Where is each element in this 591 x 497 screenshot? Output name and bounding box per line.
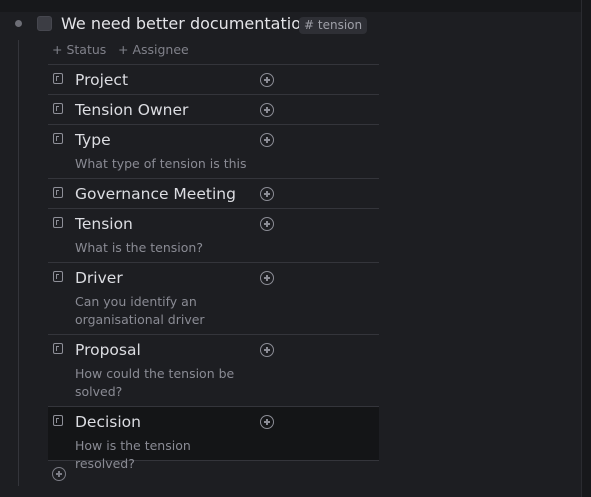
thread-line (18, 40, 19, 486)
plus-circle-icon[interactable] (260, 415, 274, 429)
plus-circle-icon[interactable] (260, 187, 274, 201)
add-property-icon[interactable] (52, 467, 66, 481)
property-description: What is the tension? (75, 240, 203, 255)
plus-circle-icon[interactable] (260, 103, 274, 117)
text-field-icon (53, 187, 63, 198)
property-name: Tension Owner (75, 101, 189, 119)
property-description: What type of tension is this (75, 156, 247, 171)
property-name: Driver (75, 269, 123, 287)
property-row-tension-owner[interactable]: Tension Owner (48, 94, 379, 124)
property-description: Can you identify an organisational drive… (75, 294, 205, 327)
property-row-tension[interactable]: Tension What is the tension? (48, 208, 379, 262)
plus-circle-icon[interactable] (260, 133, 274, 147)
property-name: Project (75, 71, 129, 89)
plus-circle-icon[interactable] (260, 343, 274, 357)
property-row-project[interactable]: Project (48, 64, 379, 94)
property-row-governance-meeting[interactable]: Governance Meeting (48, 178, 379, 208)
task-checkbox[interactable] (37, 16, 52, 31)
property-description: How is the tension resolved? (75, 438, 191, 471)
add-status-link[interactable]: + Status (52, 41, 106, 58)
text-field-icon (53, 217, 63, 228)
property-name: Proposal (75, 341, 141, 359)
property-list: Project Tension Owner Type What type of … (48, 64, 379, 471)
property-row-proposal[interactable]: Proposal How could the tension be solved… (48, 334, 379, 406)
property-name: Tension (75, 215, 133, 233)
text-field-icon (53, 133, 63, 144)
top-edge (0, 0, 591, 12)
plus-circle-icon[interactable] (260, 73, 274, 87)
text-field-icon (53, 271, 63, 282)
property-row-decision[interactable]: Decision How is the tension resolved? (48, 406, 379, 471)
text-field-icon (53, 103, 63, 114)
property-row-driver[interactable]: Driver Can you identify an organisationa… (48, 262, 379, 334)
property-row-type[interactable]: Type What type of tension is this (48, 124, 379, 178)
text-field-icon (53, 415, 63, 426)
text-field-icon (53, 73, 63, 84)
page: We need better documentation # tension +… (0, 0, 591, 497)
plus-circle-icon[interactable] (260, 217, 274, 231)
add-assignee-link[interactable]: + Assignee (118, 41, 189, 58)
text-field-icon (53, 343, 63, 354)
property-name: Governance Meeting (75, 185, 236, 203)
property-description: How could the tension be solved? (75, 366, 235, 399)
property-name: Decision (75, 413, 141, 431)
tension-tag[interactable]: # tension (299, 17, 368, 34)
plus-circle-icon[interactable] (260, 271, 274, 285)
scrollbar-track[interactable] (581, 0, 591, 497)
bullet-dot-icon[interactable] (15, 20, 22, 27)
block-title[interactable]: We need better documentation (61, 14, 311, 34)
property-name: Type (75, 131, 111, 149)
